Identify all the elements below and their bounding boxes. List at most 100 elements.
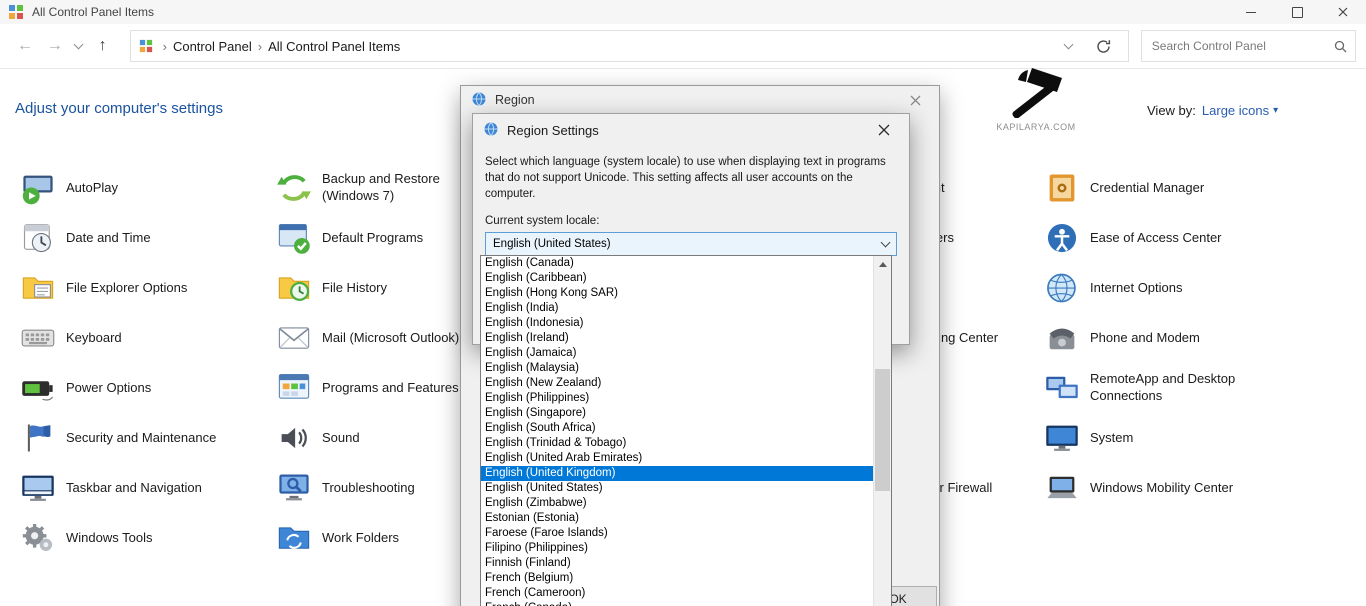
region-dialog-titlebar[interactable]: Region	[461, 86, 939, 114]
control-panel-item-taskbar-and-navigation[interactable]: Taskbar and Navigation	[16, 463, 272, 513]
locale-option[interactable]: English (Trinidad & Tobago)	[481, 436, 874, 451]
arrow-up-icon	[879, 262, 887, 267]
search-input[interactable]	[1150, 38, 1334, 54]
locale-option[interactable]: English (South Africa)	[481, 421, 874, 436]
recent-locations-button[interactable]	[70, 31, 88, 61]
locale-option[interactable]: Estonian (Estonia)	[481, 511, 874, 526]
breadcrumb-chevron-icon[interactable]: ›	[163, 39, 167, 54]
breadcrumb-item[interactable]: Control Panel	[173, 39, 252, 54]
security-maintenance-icon	[20, 420, 56, 456]
control-panel-item-label: Credential Manager	[1090, 180, 1204, 197]
region-settings-title: Region Settings	[507, 123, 599, 138]
window-title: All Control Panel Items	[32, 5, 154, 19]
combobox-chevron-icon	[881, 238, 891, 248]
chevron-down-icon	[1064, 40, 1074, 50]
locale-option[interactable]: English (Jamaica)	[481, 346, 874, 361]
date-time-icon	[20, 220, 56, 256]
locale-option[interactable]: English (United Arab Emirates)	[481, 451, 874, 466]
control-panel-item-label: Sound	[322, 430, 360, 447]
region-settings-close-button[interactable]	[869, 116, 899, 144]
close-icon	[1338, 7, 1348, 17]
control-panel-item-security-and-maintenance[interactable]: Security and Maintenance	[16, 413, 272, 463]
internet-options-icon	[1044, 270, 1080, 306]
breadcrumb-item[interactable]: All Control Panel Items	[268, 39, 400, 54]
back-button[interactable]	[10, 31, 40, 61]
address-dropdown-button[interactable]	[1060, 31, 1078, 61]
refresh-button[interactable]	[1092, 34, 1116, 58]
region-settings-globe-icon	[483, 121, 499, 140]
control-panel-item-label: Phone and Modem	[1090, 330, 1200, 347]
control-panel-item-remoteapp-and-desktop-connections[interactable]: RemoteApp and Desktop Connections	[1040, 363, 1296, 413]
locale-option[interactable]: English (Indonesia)	[481, 316, 874, 331]
close-button[interactable]	[1320, 0, 1366, 24]
control-panel-item-label: Taskbar and Navigation	[66, 480, 202, 497]
breadcrumb-chevron-icon[interactable]: ›	[258, 39, 262, 54]
control-panel-item-ease-of-access-center[interactable]: Ease of Access Center	[1040, 213, 1296, 263]
locale-option[interactable]: English (Philippines)	[481, 391, 874, 406]
control-panel-item-internet-options[interactable]: Internet Options	[1040, 263, 1296, 313]
locale-option[interactable]: Filipino (Philippines)	[481, 541, 874, 556]
control-panel-item-phone-and-modem[interactable]: Phone and Modem	[1040, 313, 1296, 363]
control-panel-item-label: Troubleshooting	[322, 480, 415, 497]
locale-option[interactable]: English (India)	[481, 301, 874, 316]
locale-option[interactable]: French (Belgium)	[481, 571, 874, 586]
current-system-locale-label: Current system locale:	[485, 215, 897, 227]
control-panel-item-file-explorer-options[interactable]: File Explorer Options	[16, 263, 272, 313]
search-icon	[1334, 40, 1347, 53]
breadcrumb: › Control Panel › All Control Panel Items	[157, 39, 401, 54]
scrollbar-thumb[interactable]	[875, 369, 890, 491]
locale-option[interactable]: English (Singapore)	[481, 406, 874, 421]
control-panel-item-power-options[interactable]: Power Options	[16, 363, 272, 413]
locale-option[interactable]: English (Ireland)	[481, 331, 874, 346]
locale-option-highlighted[interactable]: English (United Kingdom)	[481, 466, 874, 481]
refresh-icon	[1096, 39, 1111, 54]
address-bar-icon	[139, 39, 153, 53]
control-panel-item-label: Mail (Microsoft Outlook)	[322, 330, 459, 347]
maximize-icon	[1292, 7, 1303, 18]
file-history-icon	[276, 270, 312, 306]
region-dialog-close-button[interactable]	[901, 88, 929, 112]
hammer-icon	[998, 66, 1074, 118]
minimize-button[interactable]	[1228, 0, 1274, 24]
phone-modem-icon	[1044, 320, 1080, 356]
control-panel-app-icon	[8, 4, 24, 20]
control-panel-window: All Control Panel Items › Control Panel › A…	[0, 0, 1366, 606]
locale-option[interactable]: English (Hong Kong SAR)	[481, 286, 874, 301]
search-box	[1141, 30, 1356, 62]
system-locale-combobox[interactable]: English (United States)	[485, 232, 897, 256]
locale-option[interactable]: English (Canada)	[481, 256, 874, 271]
control-panel-item-system[interactable]: System	[1040, 413, 1296, 463]
up-button[interactable]	[88, 31, 118, 61]
page-title: Adjust your computer's settings	[15, 100, 223, 117]
power-options-icon	[20, 370, 56, 406]
control-panel-item-label: Security and Maintenance	[66, 430, 216, 447]
keyboard-icon	[20, 320, 56, 356]
control-panel-item-label: File History	[322, 280, 387, 297]
locale-option[interactable]: English (Zimbabwe)	[481, 496, 874, 511]
maximize-button[interactable]	[1274, 0, 1320, 24]
backup-restore-icon	[276, 170, 312, 206]
locale-option[interactable]: French (Canada)	[481, 601, 874, 606]
control-panel-item-credential-manager[interactable]: Credential Manager	[1040, 163, 1296, 213]
locale-option[interactable]: English (New Zealand)	[481, 376, 874, 391]
control-panel-item-autoplay[interactable]: AutoPlay	[16, 163, 272, 213]
forward-button[interactable]	[40, 31, 70, 61]
control-panel-item-keyboard[interactable]: Keyboard	[16, 313, 272, 363]
control-panel-item-windows-tools[interactable]: Windows Tools	[16, 513, 272, 563]
dropdown-scrollbar[interactable]	[873, 256, 891, 606]
locale-option[interactable]: Finnish (Finland)	[481, 556, 874, 571]
locale-option[interactable]: English (Caribbean)	[481, 271, 874, 286]
locale-option[interactable]: English (Malaysia)	[481, 361, 874, 376]
locale-option[interactable]: English (United States)	[481, 481, 874, 496]
locale-dropdown: English (Canada)English (Caribbean)Engli…	[480, 255, 892, 606]
view-by-dropdown[interactable]: Large icons	[1202, 103, 1278, 118]
control-panel-item-label: Default Programs	[322, 230, 423, 247]
window-titlebar: All Control Panel Items	[0, 0, 1366, 24]
control-panel-item-windows-mobility-center[interactable]: Windows Mobility Center	[1040, 463, 1296, 513]
locale-option[interactable]: French (Cameroon)	[481, 586, 874, 601]
scrollbar-up-button[interactable]	[874, 256, 891, 273]
region-settings-titlebar[interactable]: Region Settings	[473, 114, 909, 146]
control-panel-item-date-and-time[interactable]: Date and Time	[16, 213, 272, 263]
address-bar[interactable]: › Control Panel › All Control Panel Items	[130, 30, 1129, 62]
locale-option[interactable]: Faroese (Faroe Islands)	[481, 526, 874, 541]
